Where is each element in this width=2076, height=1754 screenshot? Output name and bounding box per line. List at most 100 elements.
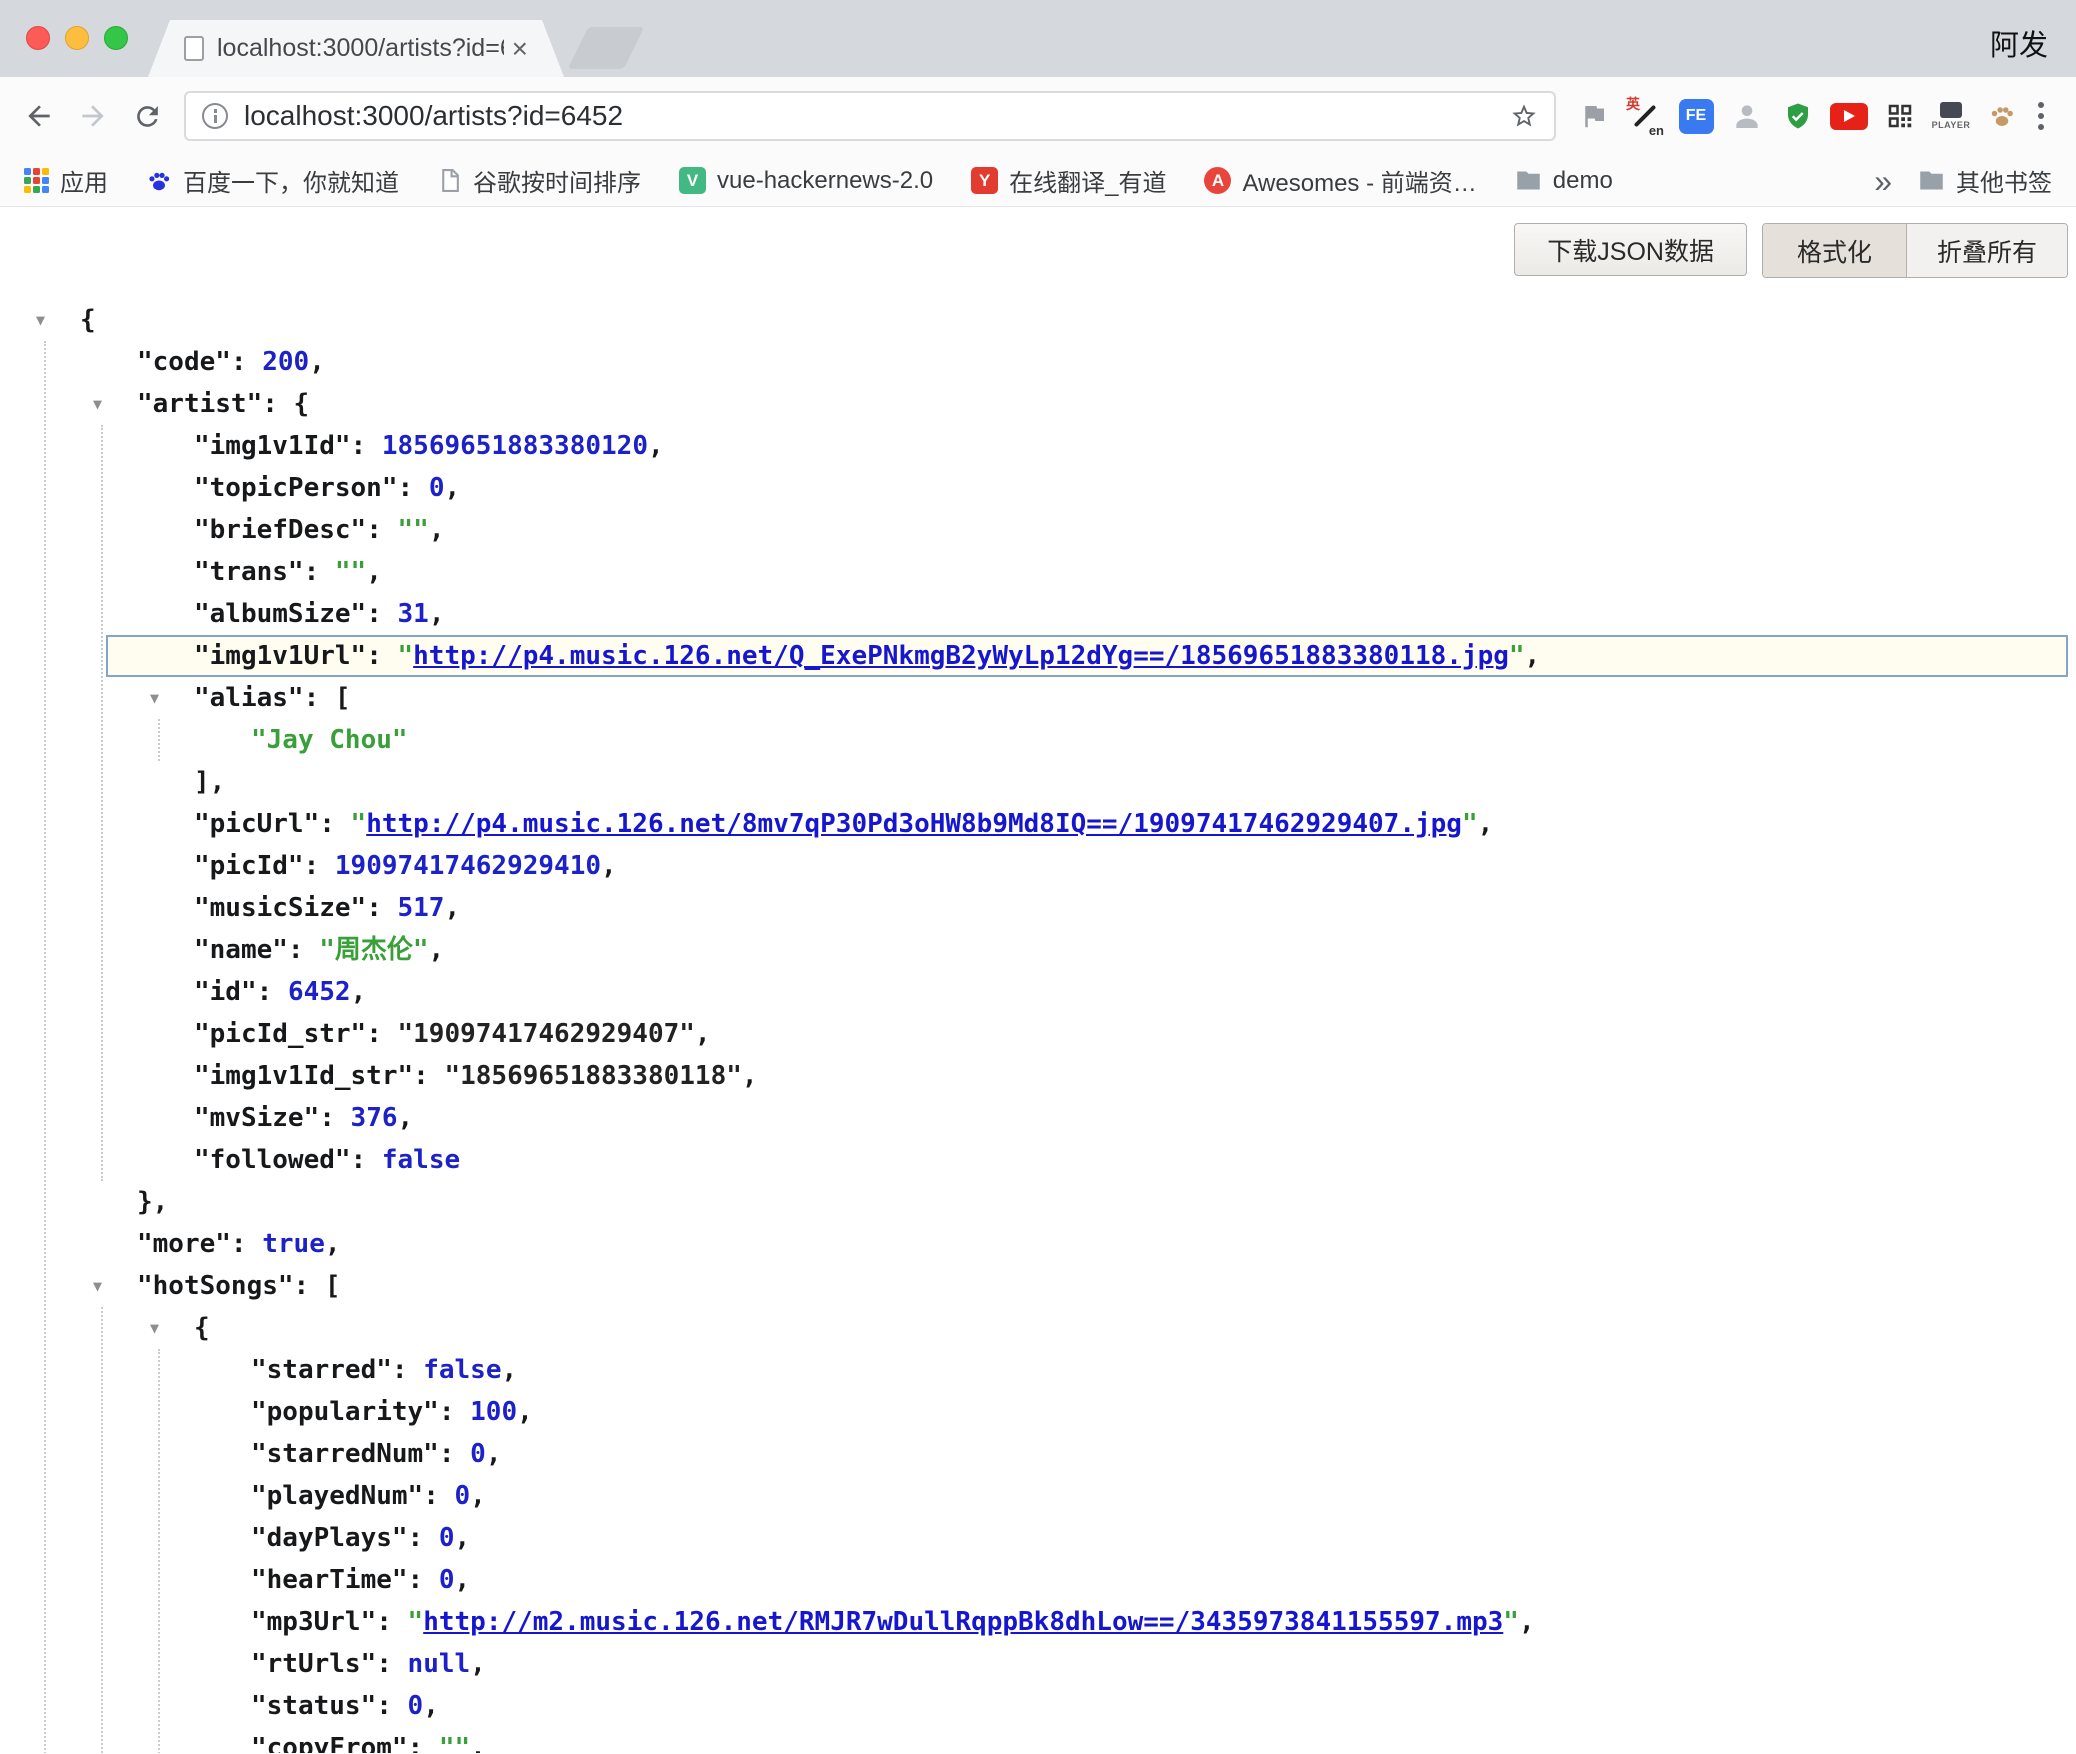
collapse-triangle-icon[interactable]: ▼ xyxy=(150,677,159,719)
json-url-link[interactable]: http://p4.music.126.net/8mv7qP30Pd3oHW8b… xyxy=(366,809,1462,839)
json-key: "status" xyxy=(251,1691,376,1721)
json-line[interactable]: "mvSize": 376, xyxy=(0,1097,2076,1139)
paw-extension-icon[interactable] xyxy=(1980,90,2024,142)
json-line[interactable]: "more": true, xyxy=(0,1223,2076,1265)
player-extension-icon[interactable]: PLAYER xyxy=(1929,90,1973,142)
json-line[interactable]: }, xyxy=(0,1181,2076,1223)
json-line[interactable]: "rtUrls": null, xyxy=(0,1643,2076,1685)
translate-pen-extension-icon[interactable]: 英 en xyxy=(1623,90,1667,142)
qrcode-extension-icon[interactable] xyxy=(1878,90,1922,142)
json-token: 18569651883380120 xyxy=(382,431,648,461)
bookmark-youdao[interactable]: Y 在线翻译_有道 xyxy=(971,163,1166,198)
json-token: : xyxy=(319,1103,350,1133)
json-line[interactable]: ▼{ xyxy=(0,299,2076,341)
json-line[interactable]: "topicPerson": 0, xyxy=(0,467,2076,509)
json-line[interactable]: "dayPlays": 0, xyxy=(0,1517,2076,1559)
browser-tab[interactable]: localhost:3000/artists?id=645 × xyxy=(148,20,564,77)
collapse-triangle-icon[interactable]: ▼ xyxy=(93,1265,102,1307)
json-line[interactable]: "code": 200, xyxy=(0,341,2076,383)
json-token: , xyxy=(423,1691,439,1721)
youtube-extension-icon[interactable] xyxy=(1827,90,1871,142)
json-line[interactable]: "musicSize": 517, xyxy=(0,887,2076,929)
json-line[interactable]: "name": "周杰伦", xyxy=(0,929,2076,971)
json-key: "rtUrls" xyxy=(251,1649,376,1679)
json-line[interactable]: "followed": false xyxy=(0,1139,2076,1181)
json-url-link[interactable]: http://m2.music.126.net/RMJR7wDullRqppBk… xyxy=(423,1607,1503,1637)
json-line[interactable]: ▼"hotSongs": [ xyxy=(0,1265,2076,1307)
json-line[interactable]: "mp3Url": "http://m2.music.126.net/RMJR7… xyxy=(0,1601,2076,1643)
reload-button[interactable] xyxy=(124,93,170,139)
json-url-link[interactable]: http://p4.music.126.net/Q_ExePNkmgB2yWyL… xyxy=(413,641,1509,671)
bookmarks-overflow-icon[interactable]: » xyxy=(1874,165,1892,197)
bookmark-awesomes[interactable]: A Awesomes - 前端资… xyxy=(1204,163,1476,198)
bookmark-vue-hackernews[interactable]: V vue-hackernews-2.0 xyxy=(679,167,933,195)
json-token: : xyxy=(366,515,397,545)
json-line[interactable]: ▼"artist": { xyxy=(0,383,2076,425)
bookmark-demo-folder[interactable]: demo xyxy=(1515,167,1613,195)
back-button[interactable] xyxy=(16,93,62,139)
json-token: "18569651883380118" xyxy=(444,1061,741,1091)
json-line[interactable]: "copyFrom": "", xyxy=(0,1727,2076,1753)
json-line[interactable]: "hearTime": 0, xyxy=(0,1559,2076,1601)
tab-close-icon[interactable]: × xyxy=(512,35,528,63)
close-window-button[interactable] xyxy=(26,26,50,50)
profile-name[interactable]: 阿发 xyxy=(1990,22,2048,64)
minimize-window-button[interactable] xyxy=(65,26,89,50)
json-key: "starredNum" xyxy=(251,1439,439,1469)
json-key: "img1v1Url" xyxy=(194,641,366,671)
json-token: false xyxy=(423,1355,501,1385)
browser-menu-icon[interactable] xyxy=(2038,113,2044,119)
person-extension-icon[interactable] xyxy=(1725,90,1769,142)
json-line[interactable]: "trans": "", xyxy=(0,551,2076,593)
json-line[interactable]: ▼"alias": [ xyxy=(0,677,2076,719)
json-token: 0 xyxy=(470,1439,486,1469)
json-line[interactable]: "popularity": 100, xyxy=(0,1391,2076,1433)
page-info-icon[interactable] xyxy=(202,103,228,129)
zoom-window-button[interactable] xyxy=(104,26,128,50)
json-line[interactable]: ], xyxy=(0,761,2076,803)
bookmark-apps[interactable]: 应用 xyxy=(24,163,108,198)
json-line[interactable]: "img1v1Id_str": "18569651883380118", xyxy=(0,1055,2076,1097)
forward-button[interactable] xyxy=(70,93,116,139)
json-line[interactable]: "playedNum": 0, xyxy=(0,1475,2076,1517)
json-line[interactable]: "picId_str": "19097417462929407", xyxy=(0,1013,2076,1055)
json-line[interactable]: "id": 6452, xyxy=(0,971,2076,1013)
json-line[interactable]: "img1v1Id": 18569651883380120, xyxy=(0,425,2076,467)
json-line[interactable]: "Jay Chou" xyxy=(0,719,2076,761)
json-line[interactable]: ▼{ xyxy=(0,1307,2076,1349)
json-token: " xyxy=(1462,809,1478,839)
json-line[interactable]: "albumSize": 31, xyxy=(0,593,2076,635)
new-tab-button[interactable] xyxy=(568,27,644,69)
json-token: : xyxy=(408,1733,439,1753)
json-line[interactable]: "starredNum": 0, xyxy=(0,1433,2076,1475)
json-token: : xyxy=(398,473,429,503)
flag-extension-icon[interactable] xyxy=(1572,90,1616,142)
collapse-triangle-icon[interactable]: ▼ xyxy=(150,1307,159,1349)
address-bar[interactable]: localhost:3000/artists?id=6452 xyxy=(184,91,1556,141)
bookmark-star-icon[interactable] xyxy=(1510,102,1538,130)
bookmark-google-sort[interactable]: 谷歌按时间排序 xyxy=(437,163,641,198)
json-token: 100 xyxy=(470,1397,517,1427)
collapse-triangle-icon[interactable]: ▼ xyxy=(36,299,45,341)
baidu-favicon xyxy=(146,168,172,194)
other-bookmarks-folder[interactable]: 其他书签 xyxy=(1918,163,2052,198)
json-key: "more" xyxy=(137,1229,231,1259)
url-text[interactable]: localhost:3000/artists?id=6452 xyxy=(244,100,1500,132)
json-token: , xyxy=(470,1733,486,1753)
json-key: "name" xyxy=(194,935,288,965)
json-line-selected[interactable]: "img1v1Url": "http://p4.music.126.net/Q_… xyxy=(0,635,2076,677)
json-token: "" xyxy=(335,557,366,587)
json-line[interactable]: "starred": false, xyxy=(0,1349,2076,1391)
json-token: : xyxy=(366,641,397,671)
json-line[interactable]: "picId": 19097417462929410, xyxy=(0,845,2076,887)
bookmark-baidu[interactable]: 百度一下，你就知道 xyxy=(146,163,399,198)
shield-extension-icon[interactable] xyxy=(1776,90,1820,142)
player-label: PLAYER xyxy=(1932,120,1971,130)
json-line[interactable]: "status": 0, xyxy=(0,1685,2076,1727)
json-line[interactable]: "picUrl": "http://p4.music.126.net/8mv7q… xyxy=(0,803,2076,845)
collapse-triangle-icon[interactable]: ▼ xyxy=(93,383,102,425)
json-key: "followed" xyxy=(194,1145,351,1175)
json-line[interactable]: "briefDesc": "", xyxy=(0,509,2076,551)
fehelper-extension-icon[interactable]: FE xyxy=(1674,90,1718,142)
extensions-area: 英 en FE PLAYER xyxy=(1572,90,2024,142)
